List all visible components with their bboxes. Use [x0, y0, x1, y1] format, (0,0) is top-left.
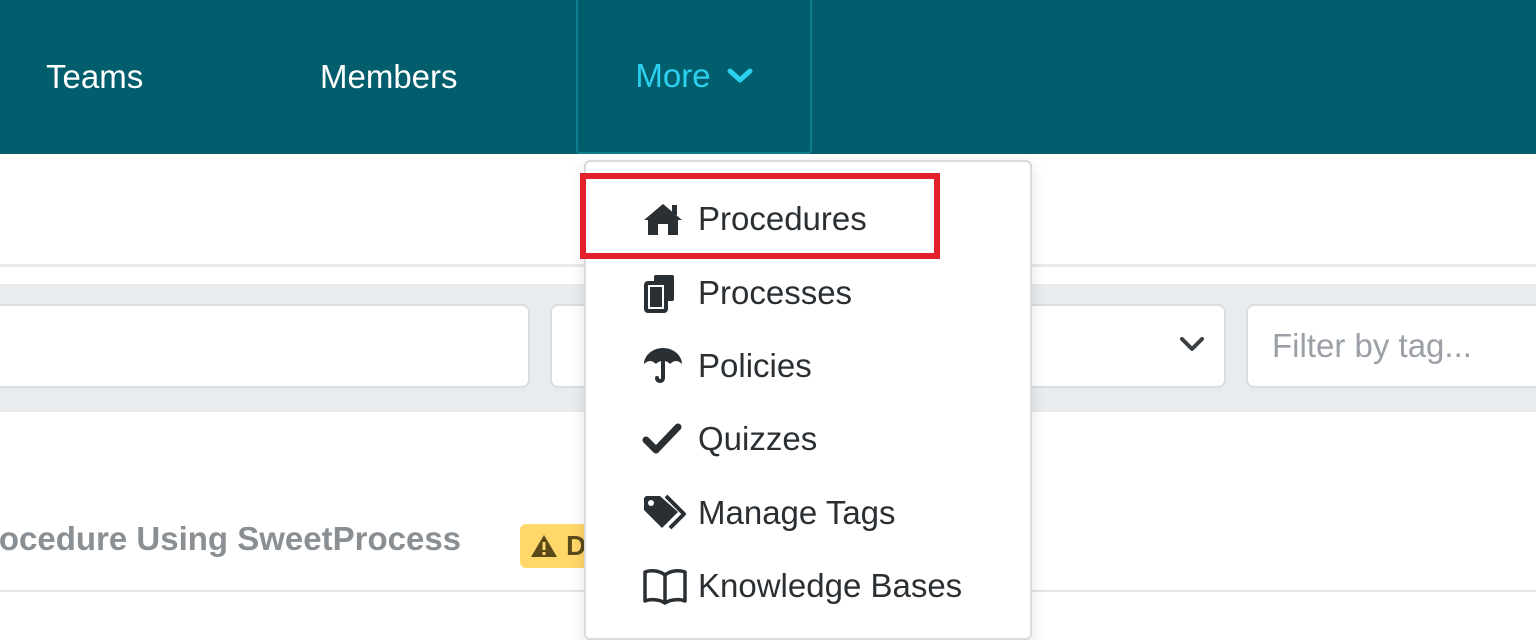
menu-item-label: Knowledge Bases	[698, 567, 963, 604]
menu-item-label: Manage Tags	[698, 494, 896, 531]
umbrella-icon	[642, 343, 688, 389]
menu-item-processes[interactable]: Processes	[642, 263, 852, 323]
tag-filter-field[interactable]	[1246, 304, 1536, 388]
nav-members[interactable]: Members	[320, 0, 458, 154]
menu-item-label: Quizzes	[698, 420, 818, 457]
home-icon	[642, 196, 688, 242]
nav-more-dropdown[interactable]: More	[576, 0, 812, 154]
menu-item-label: Procedures	[698, 200, 867, 237]
more-dropdown-menu: Procedures Processes Policies Quizzes Ma…	[584, 160, 1032, 640]
search-input[interactable]	[0, 304, 530, 388]
nav-more-label: More	[635, 57, 711, 94]
procedure-link[interactable]: rocedure Using SweetProcess	[0, 520, 461, 558]
chevron-down-icon	[727, 67, 753, 85]
tags-icon	[642, 490, 688, 536]
menu-item-policies[interactable]: Policies	[642, 336, 812, 396]
chevron-down-icon	[1178, 334, 1206, 354]
warning-icon	[531, 535, 557, 557]
nav-teams[interactable]: Teams	[46, 0, 143, 154]
menu-item-manage-tags[interactable]: Manage Tags	[642, 483, 896, 543]
menu-item-knowledge-bases[interactable]: Knowledge Bases	[642, 556, 962, 616]
menu-item-procedures[interactable]: Procedures	[642, 189, 867, 249]
menu-item-label: Policies	[698, 347, 812, 384]
check-icon	[642, 416, 688, 462]
tag-filter-input[interactable]	[1248, 306, 1536, 386]
book-icon	[642, 563, 688, 609]
top-navbar: Teams Members More	[0, 0, 1536, 154]
menu-item-label: Processes	[698, 274, 853, 311]
copy-icon	[642, 270, 688, 316]
menu-item-quizzes[interactable]: Quizzes	[642, 409, 817, 469]
